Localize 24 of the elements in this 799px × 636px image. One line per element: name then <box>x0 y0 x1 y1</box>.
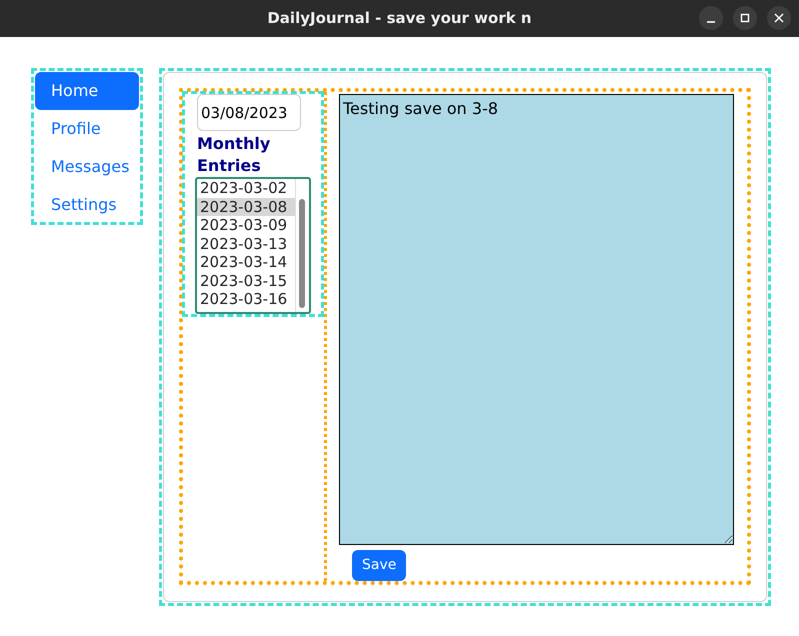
maximize-icon <box>740 13 750 23</box>
entry-option[interactable]: 2023-03-15 <box>197 272 295 290</box>
nav-link[interactable]: Profile <box>35 110 139 148</box>
maximize-button[interactable] <box>733 6 757 30</box>
save-button[interactable]: Save <box>352 550 406 581</box>
entries-listbox[interactable]: 2023-03-02 2023-03-08 2023-03-09 2023-03-13 2023-03-14 2023-03-15 2023-03-16 <box>195 177 311 314</box>
close-icon <box>774 13 784 23</box>
entry-option[interactable]: 2023-03-02 <box>197 179 295 198</box>
journal-text-area[interactable]: Testing save on 3-8 <box>339 94 734 545</box>
entry-option[interactable]: 2023-03-14 <box>197 253 295 272</box>
entry-option[interactable]: 2023-03-08 <box>197 198 295 216</box>
entry-option[interactable]: 2023-03-09 <box>197 216 295 234</box>
window-title: DailyJournal - save your work n <box>267 8 532 30</box>
date-field[interactable]: 03/08/2023 <box>197 94 301 131</box>
scroll-thumb[interactable] <box>299 199 305 308</box>
close-button[interactable] <box>767 6 791 30</box>
entry-option[interactable]: 2023-03-13 <box>197 234 295 253</box>
entry-option[interactable]: 2023-03-16 <box>197 290 295 308</box>
minimize-icon <box>707 20 715 22</box>
entries-heading: Monthly Entries <box>197 133 272 177</box>
nav-link[interactable]: Home <box>35 72 139 110</box>
minimize-button[interactable] <box>699 6 723 30</box>
nav-link[interactable]: Messages <box>35 148 139 186</box>
nav-link[interactable]: Settings <box>35 186 139 224</box>
